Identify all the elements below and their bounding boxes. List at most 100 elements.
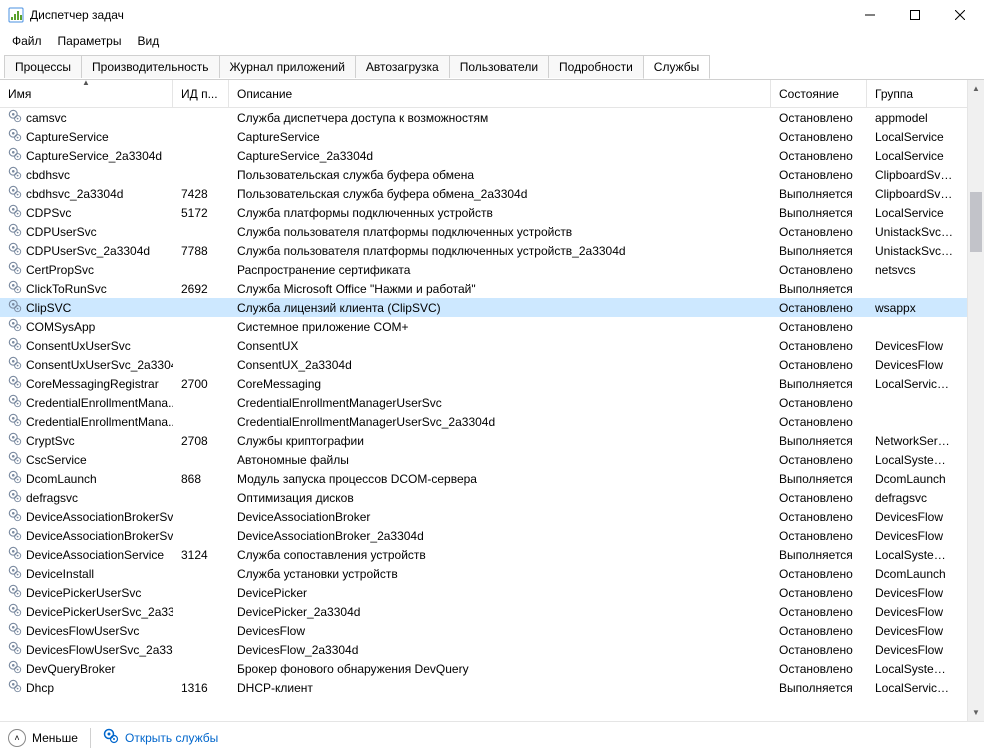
table-row[interactable]: Dhcp1316DHCP-клиентВыполняетсяLocalServi… xyxy=(0,678,967,697)
col-group[interactable]: Группа xyxy=(867,80,962,107)
cell-desc: Служба диспетчера доступа к возможностям xyxy=(229,111,771,125)
menubar: Файл Параметры Вид xyxy=(0,30,984,52)
service-name-label: CaptureService_2a3304d xyxy=(26,149,162,163)
tab-6[interactable]: Службы xyxy=(643,55,710,79)
cell-state: Выполняется xyxy=(771,681,867,695)
table-row[interactable]: CscServiceАвтономные файлыОстановленоLoc… xyxy=(0,450,967,469)
col-pid[interactable]: ИД п... xyxy=(173,80,229,107)
open-services-label: Открыть службы xyxy=(125,731,218,745)
table-row[interactable]: ClickToRunSvc2692Служба Microsoft Office… xyxy=(0,279,967,298)
table-row[interactable]: DeviceAssociationBrokerSvcDeviceAssociat… xyxy=(0,507,967,526)
tab-1[interactable]: Производительность xyxy=(81,55,219,78)
table-row[interactable]: ConsentUxUserSvc_2a3304dConsentUX_2a3304… xyxy=(0,355,967,374)
cell-desc: DeviceAssociationBroker_2a3304d xyxy=(229,529,771,543)
service-gear-icon xyxy=(8,166,22,183)
table-row[interactable]: DeviceAssociationService3124Служба сопос… xyxy=(0,545,967,564)
cell-group: DevicesFlow xyxy=(867,624,962,638)
service-gear-icon xyxy=(8,679,22,696)
table-row[interactable]: DevicesFlowUserSvc_2a3304dDevicesFlow_2a… xyxy=(0,640,967,659)
table-row[interactable]: cbdhsvcПользовательская служба буфера об… xyxy=(0,165,967,184)
service-gear-icon xyxy=(8,109,22,126)
tab-5[interactable]: Подробности xyxy=(548,55,644,78)
table-row[interactable]: CredentialEnrollmentMana...CredentialEnr… xyxy=(0,412,967,431)
cell-group: LocalSystemN... xyxy=(867,453,962,467)
cell-name: COMSysApp xyxy=(0,318,173,335)
cell-desc: Автономные файлы xyxy=(229,453,771,467)
table-row[interactable]: ClipSVCСлужба лицензий клиента (ClipSVC)… xyxy=(0,298,967,317)
table-row[interactable]: CDPUserSvcСлужба пользователя платформы … xyxy=(0,222,967,241)
minimize-button[interactable] xyxy=(847,0,892,30)
service-gear-icon xyxy=(8,356,22,373)
cell-group: LocalService xyxy=(867,206,962,220)
cell-desc: Системное приложение COM+ xyxy=(229,320,771,334)
table-row[interactable]: CaptureService_2a3304dCaptureService_2a3… xyxy=(0,146,967,165)
table-row[interactable]: DevicePickerUserSvc_2a330... DevicePicker… xyxy=(0,602,967,621)
cell-desc: DHCP-клиент xyxy=(229,681,771,695)
cell-desc: DevicePicker_2a3304d xyxy=(229,605,771,619)
fewer-details-button[interactable]: ˄ Меньше xyxy=(8,729,78,747)
table-row[interactable]: CryptSvc2708Службы криптографииВыполняет… xyxy=(0,431,967,450)
cell-name: ConsentUxUserSvc_2a3304d xyxy=(0,356,173,373)
col-desc[interactable]: Описание xyxy=(229,80,771,107)
service-name-label: CDPSvc xyxy=(26,206,71,220)
table-row[interactable]: DeviceInstallСлужба установки устройствО… xyxy=(0,564,967,583)
close-button[interactable] xyxy=(937,0,982,30)
open-services-link[interactable]: Открыть службы xyxy=(103,728,218,747)
table-row[interactable]: DevQueryBrokerБрокер фонового обнаружени… xyxy=(0,659,967,678)
menu-options[interactable]: Параметры xyxy=(50,32,130,50)
service-name-label: DevicePickerUserSvc_2a330... xyxy=(26,605,173,619)
table-row[interactable]: cbdhsvc_2a3304d7428Пользовательская служ… xyxy=(0,184,967,203)
table-row[interactable]: DcomLaunch868Модуль запуска процессов DC… xyxy=(0,469,967,488)
service-gear-icon xyxy=(8,394,22,411)
service-gear-icon xyxy=(8,299,22,316)
table-row[interactable]: ConsentUxUserSvcConsentUXОстановленоDevi… xyxy=(0,336,967,355)
chevron-up-icon: ˄ xyxy=(8,729,26,747)
window-title: Диспетчер задач xyxy=(30,8,847,22)
menu-view[interactable]: Вид xyxy=(129,32,167,50)
tab-4[interactable]: Пользователи xyxy=(449,55,549,78)
table-row[interactable]: COMSysAppСистемное приложение COM+Остано… xyxy=(0,317,967,336)
table-row[interactable]: CaptureServiceCaptureServiceОстановленоL… xyxy=(0,127,967,146)
cell-group: DevicesFlow xyxy=(867,643,962,657)
cell-state: Остановлено xyxy=(771,662,867,676)
table-row[interactable]: camsvcСлужба диспетчера доступа к возмож… xyxy=(0,108,967,127)
cell-desc: DevicesFlow_2a3304d xyxy=(229,643,771,657)
cell-name: CryptSvc xyxy=(0,432,173,449)
col-name[interactable]: ▲ Имя xyxy=(0,80,173,107)
table-row[interactable]: DevicesFlowUserSvcDevicesFlowОстановлено… xyxy=(0,621,967,640)
titlebar: Диспетчер задач xyxy=(0,0,984,30)
service-gear-icon xyxy=(8,641,22,658)
table-row[interactable]: CDPUserSvc_2a3304d7788Служба пользовател… xyxy=(0,241,967,260)
scroll-track[interactable] xyxy=(968,97,984,704)
table-row[interactable]: DeviceAssociationBrokerSv...DeviceAssoci… xyxy=(0,526,967,545)
service-gear-icon xyxy=(8,413,22,430)
scroll-up-arrow-icon[interactable]: ▲ xyxy=(968,80,984,97)
cell-desc: Службы криптографии xyxy=(229,434,771,448)
scroll-thumb[interactable] xyxy=(970,192,982,252)
cell-group: LocalService xyxy=(867,149,962,163)
table-row[interactable]: DevicePickerUserSvcDevicePickerОстановле… xyxy=(0,583,967,602)
sort-ascending-icon: ▲ xyxy=(82,80,90,87)
menu-file[interactable]: Файл xyxy=(4,32,50,50)
table-row[interactable]: CredentialEnrollmentMana...CredentialEnr… xyxy=(0,393,967,412)
table-row[interactable]: defragsvcОптимизация дисковОстановленоde… xyxy=(0,488,967,507)
cell-desc: Пользовательская служба буфера обмена_2a… xyxy=(229,187,771,201)
cell-pid: 5172 xyxy=(173,206,229,220)
tab-2[interactable]: Журнал приложений xyxy=(219,55,356,78)
table-row[interactable]: CoreMessagingRegistrar2700CoreMessagingВ… xyxy=(0,374,967,393)
table-row[interactable]: CertPropSvcРаспространение сертификатаОс… xyxy=(0,260,967,279)
service-name-label: DevQueryBroker xyxy=(26,662,115,676)
col-state[interactable]: Состояние xyxy=(771,80,867,107)
cell-state: Выполняется xyxy=(771,377,867,391)
tab-3[interactable]: Автозагрузка xyxy=(355,55,450,78)
maximize-button[interactable] xyxy=(892,0,937,30)
service-name-label: CertPropSvc xyxy=(26,263,94,277)
service-name-label: CryptSvc xyxy=(26,434,75,448)
cell-name: CaptureService xyxy=(0,128,173,145)
scroll-down-arrow-icon[interactable]: ▼ xyxy=(968,704,984,721)
vertical-scrollbar[interactable]: ▲ ▼ xyxy=(967,80,984,721)
table-row[interactable]: CDPSvc5172Служба платформы подключенных … xyxy=(0,203,967,222)
tab-0[interactable]: Процессы xyxy=(4,55,82,78)
service-gear-icon xyxy=(8,147,22,164)
cell-group: UnistackSvcGr... xyxy=(867,244,962,258)
